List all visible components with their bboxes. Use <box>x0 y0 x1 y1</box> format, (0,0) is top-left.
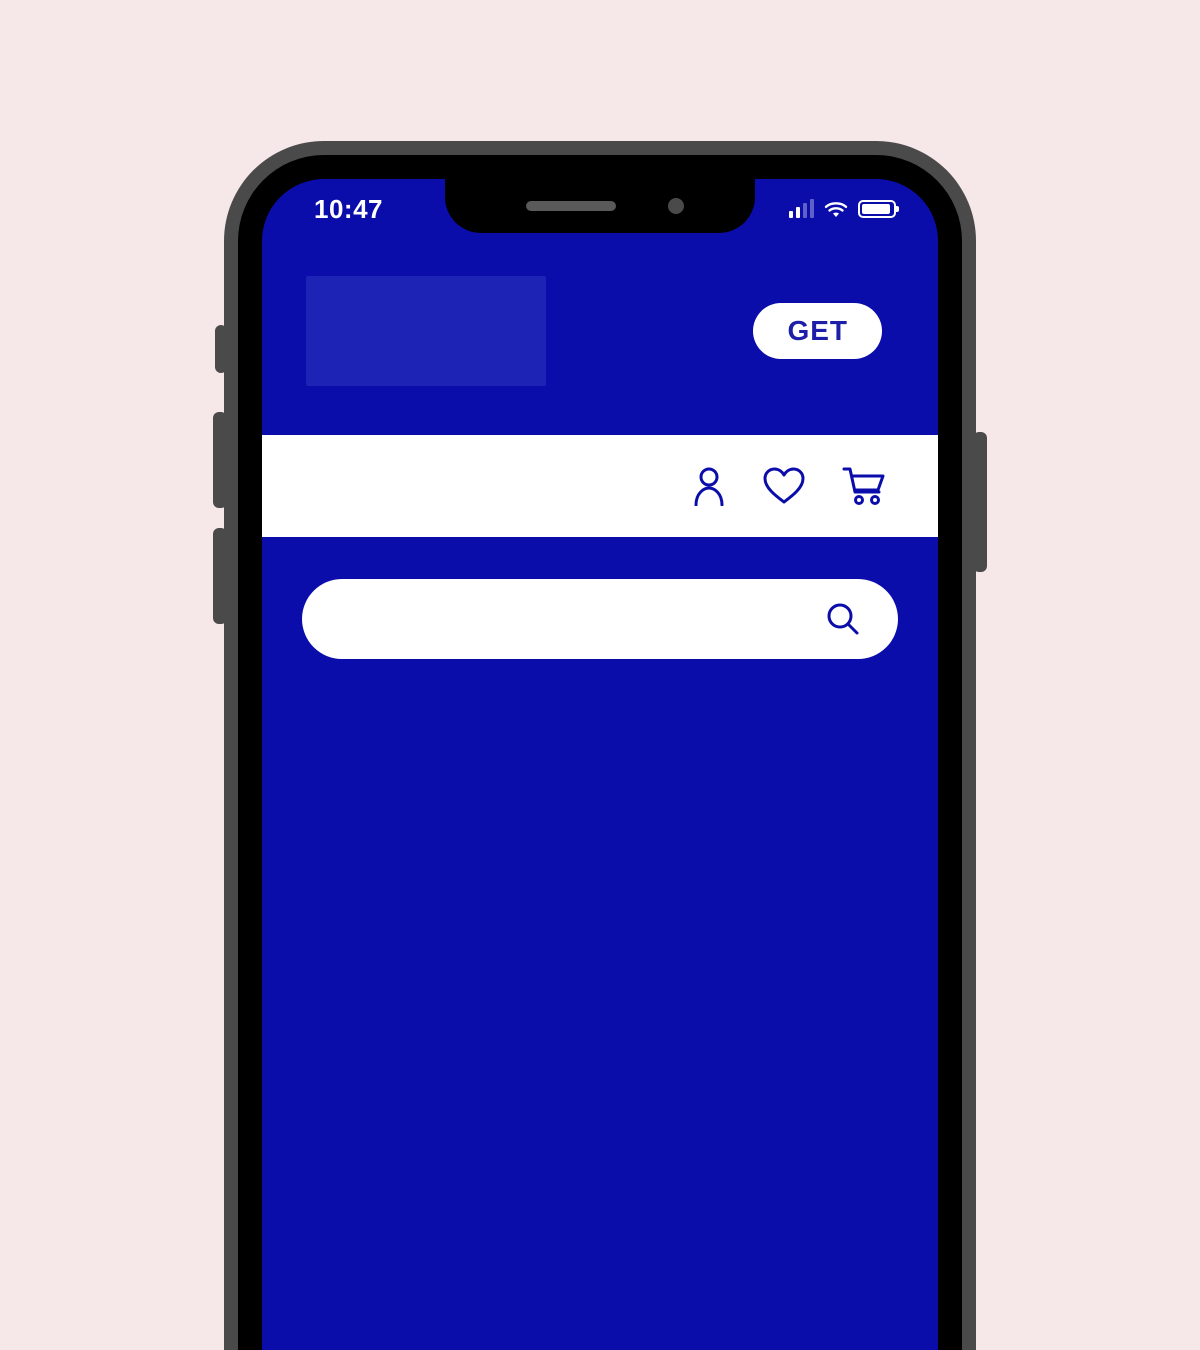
status-indicators <box>789 200 896 218</box>
search-input[interactable] <box>302 579 898 659</box>
heart-icon[interactable] <box>762 466 806 506</box>
speaker-grill <box>526 201 616 211</box>
wifi-icon <box>824 200 848 218</box>
phone-frame: 10:47 <box>224 141 976 1350</box>
header-toolbar <box>262 435 938 537</box>
battery-icon <box>858 200 896 218</box>
phone-notch <box>445 179 755 233</box>
cart-icon[interactable] <box>842 466 886 506</box>
user-icon[interactable] <box>692 466 726 506</box>
status-time: 10:47 <box>314 194 383 225</box>
search-icon[interactable] <box>826 602 860 636</box>
get-app-button[interactable]: GET <box>753 303 882 359</box>
phone-bezel: 10:47 <box>238 155 962 1350</box>
cellular-signal-icon <box>789 200 814 218</box>
app-banner: GET <box>262 257 938 405</box>
brand-logo-placeholder <box>306 276 546 386</box>
phone-screen: 10:47 <box>262 179 938 1350</box>
front-camera <box>668 198 684 214</box>
search-section <box>262 579 938 659</box>
